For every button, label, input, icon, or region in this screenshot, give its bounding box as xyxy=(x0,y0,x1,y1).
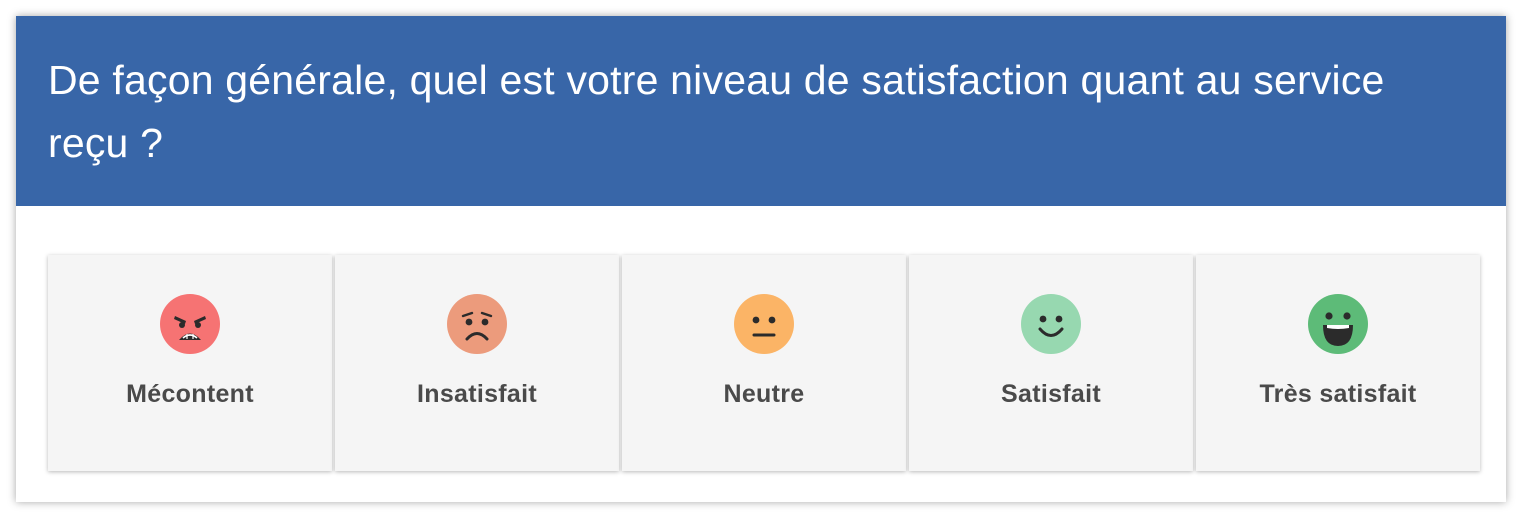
option-mecontent[interactable]: Mécontent xyxy=(48,255,332,471)
option-label: Insatisfait xyxy=(417,380,537,408)
option-insatisfait[interactable]: Insatisfait xyxy=(335,255,619,471)
rating-options: Mécontent Insatisfait Neutre Satisfait T… xyxy=(48,255,1480,471)
survey-card: De façon générale, quel est votre niveau… xyxy=(16,16,1506,502)
neutral-face-icon xyxy=(734,294,794,354)
option-label: Satisfait xyxy=(1001,380,1101,408)
option-label: Très satisfait xyxy=(1259,380,1417,408)
sad-face-icon xyxy=(447,294,507,354)
option-label: Neutre xyxy=(723,380,805,408)
big-smile-face-icon xyxy=(1308,294,1368,354)
question-title: De façon générale, quel est votre niveau… xyxy=(48,57,1385,166)
smile-face-icon xyxy=(1021,294,1081,354)
option-satisfait[interactable]: Satisfait xyxy=(909,255,1193,471)
question-header: De façon générale, quel est votre niveau… xyxy=(16,16,1506,206)
angry-face-icon xyxy=(160,294,220,354)
option-neutre[interactable]: Neutre xyxy=(622,255,906,471)
option-tres-satisfait[interactable]: Très satisfait xyxy=(1196,255,1480,471)
option-label: Mécontent xyxy=(126,380,254,408)
